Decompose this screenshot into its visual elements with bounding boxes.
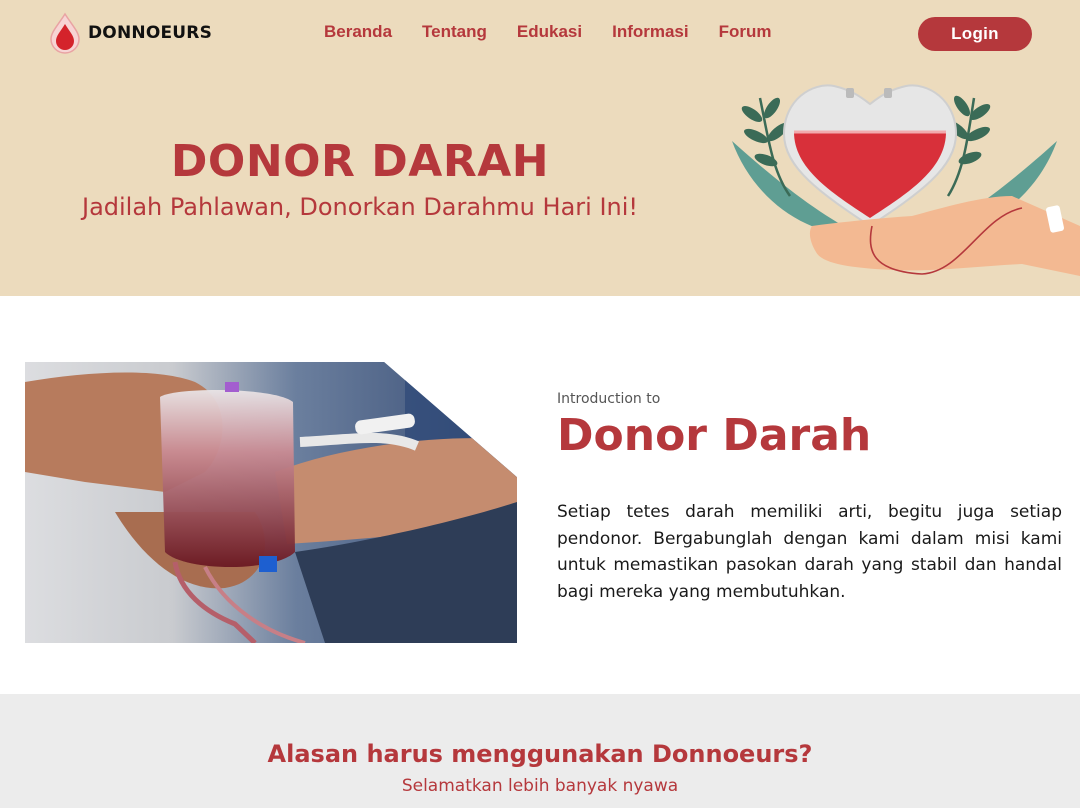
- intro-body: Setiap tetes darah memiliki arti, begitu…: [557, 502, 1062, 602]
- nav-link-informasi[interactable]: Informasi: [612, 22, 689, 42]
- reasons-title: Alasan harus menggunakan Donnoeurs?: [267, 740, 813, 768]
- nav-menu: Beranda Tentang Edukasi Informasi Forum: [324, 22, 772, 42]
- nav-link-forum[interactable]: Forum: [719, 22, 772, 42]
- blood-drop-icon: [50, 12, 80, 54]
- nav-link-beranda[interactable]: Beranda: [324, 22, 392, 42]
- login-button[interactable]: Login: [918, 17, 1032, 51]
- reasons-subtitle: Selamatkan lebih banyak nyawa: [401, 776, 679, 796]
- hero-title: DONOR DARAH: [170, 136, 550, 187]
- reasons-section: Alasan harus menggunakan Donnoeurs? Sela…: [0, 694, 1080, 808]
- blood-bag-heart-illustration: [732, 84, 1080, 276]
- blood-bag-photo: [25, 362, 517, 643]
- hero-subtitle: Jadilah Pahlawan, Donorkan Darahmu Hari …: [81, 193, 639, 221]
- brand-logo[interactable]: DONNOEURS: [48, 12, 212, 54]
- nav-link-edukasi[interactable]: Edukasi: [517, 22, 582, 42]
- brand-name: DONNOEURS: [88, 23, 213, 43]
- hero-section: DONNOEURS Beranda Tentang Edukasi Inform…: [0, 0, 1080, 296]
- intro-kicker: Introduction to: [557, 391, 661, 407]
- intro-title: Donor Darah: [557, 410, 872, 461]
- nav-link-tentang[interactable]: Tentang: [422, 22, 487, 42]
- top-navbar: DONNOEURS Beranda Tentang Edukasi Inform…: [0, 0, 1080, 66]
